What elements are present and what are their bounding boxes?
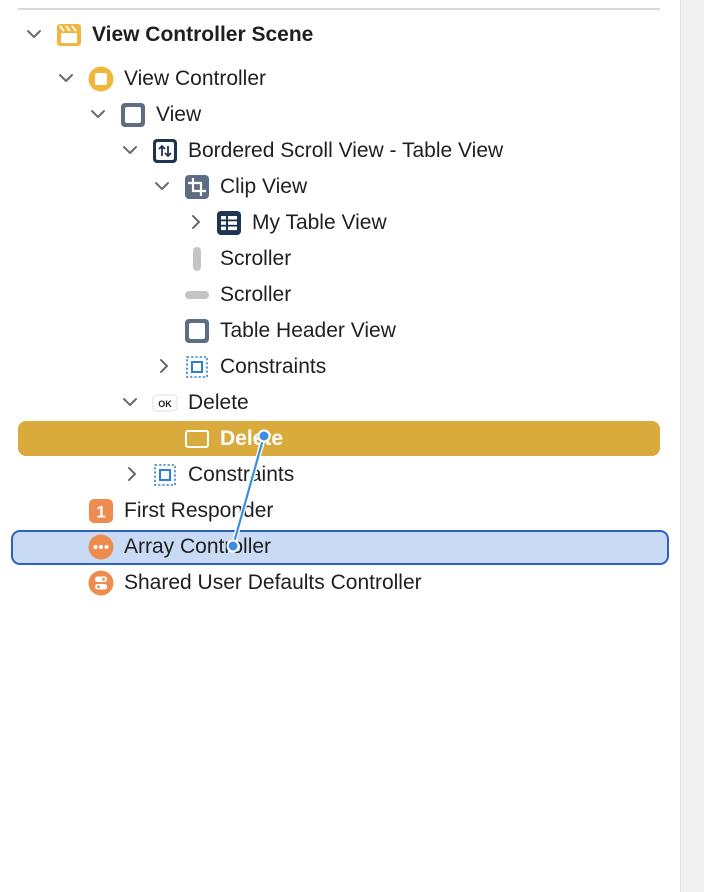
outline-row-view-controller[interactable]: View Controller xyxy=(0,62,660,94)
scene-icon xyxy=(57,24,81,46)
svg-text:1: 1 xyxy=(96,503,105,522)
outline-row-bordered-scroll-view[interactable]: Bordered Scroll View - Table View xyxy=(0,134,660,166)
outline-label: Constraints xyxy=(188,463,295,486)
chevron-right-icon[interactable] xyxy=(188,214,204,230)
outline-label: View xyxy=(156,103,202,126)
outline-row-first-responder[interactable]: 1 First Responder xyxy=(0,494,660,526)
chevron-down-icon[interactable] xyxy=(122,142,138,158)
outline-label: View Controller xyxy=(124,67,267,90)
view-icon xyxy=(121,103,145,127)
outline-row-array-controller[interactable]: Array Controller xyxy=(0,530,660,562)
table-header-view-icon xyxy=(185,319,209,343)
chevron-right-icon[interactable] xyxy=(156,358,172,374)
outline-label: Bordered Scroll View - Table View xyxy=(188,139,504,162)
chevron-down-icon[interactable] xyxy=(122,394,138,410)
outline-label: Shared User Defaults Controller xyxy=(124,571,422,594)
outline-row-table-header-view[interactable]: Table Header View xyxy=(0,314,660,346)
clip-view-icon xyxy=(185,175,209,199)
table-view-icon xyxy=(217,211,241,235)
outline-row-scroller-vertical[interactable]: Scroller xyxy=(0,242,660,274)
outline-label: Scroller xyxy=(220,283,292,306)
outline-label: My Table View xyxy=(252,211,387,234)
first-responder-icon: 1 xyxy=(89,499,113,523)
adjacent-pane-edge xyxy=(680,0,704,892)
scroll-view-icon xyxy=(153,139,177,163)
chevron-right-icon[interactable] xyxy=(124,466,140,482)
outline-label: Array Controller xyxy=(124,535,272,558)
chevron-down-icon[interactable] xyxy=(58,70,74,86)
outline-row-my-table-view[interactable]: My Table View xyxy=(0,206,660,238)
outline-row-shared-user-defaults-controller[interactable]: Shared User Defaults Controller xyxy=(0,566,660,598)
outline-row-scroller-horizontal[interactable]: Scroller xyxy=(0,278,660,310)
outline-row-delete-button-cell[interactable]: Delete xyxy=(0,422,660,454)
outline-label: View Controller Scene xyxy=(92,23,314,46)
outline-row-view[interactable]: View xyxy=(0,98,660,130)
outline-label: Table Header View xyxy=(220,319,396,342)
outline-row-constraints[interactable]: Constraints xyxy=(0,458,660,490)
outline-row-clip-view[interactable]: Clip View xyxy=(0,170,660,202)
array-controller-icon xyxy=(88,534,114,560)
outline-label: Delete xyxy=(188,391,249,414)
constraints-icon xyxy=(186,356,208,378)
button-icon: OK xyxy=(152,394,178,412)
outline-label: Delete xyxy=(220,427,284,450)
chevron-down-icon[interactable] xyxy=(26,26,42,42)
user-defaults-controller-icon xyxy=(88,570,114,596)
outline-label: Scroller xyxy=(220,247,292,270)
outline-row-constraints[interactable]: Constraints xyxy=(0,350,660,382)
button-cell-icon xyxy=(185,430,209,448)
vertical-scroller-icon xyxy=(193,247,201,271)
outline-label: First Responder xyxy=(124,499,274,522)
chevron-down-icon[interactable] xyxy=(154,178,170,194)
outline-row-view-controller-scene[interactable]: View Controller Scene xyxy=(0,18,660,50)
chevron-down-icon[interactable] xyxy=(90,106,106,122)
outline-label: Clip View xyxy=(220,175,308,198)
horizontal-scroller-icon xyxy=(185,291,209,299)
constraints-icon xyxy=(154,464,176,486)
top-divider xyxy=(18,8,660,10)
view-controller-icon xyxy=(88,66,114,92)
outline-row-delete-button[interactable]: OK Delete xyxy=(0,386,660,418)
svg-text:OK: OK xyxy=(158,399,172,409)
outline-label: Constraints xyxy=(220,355,327,378)
